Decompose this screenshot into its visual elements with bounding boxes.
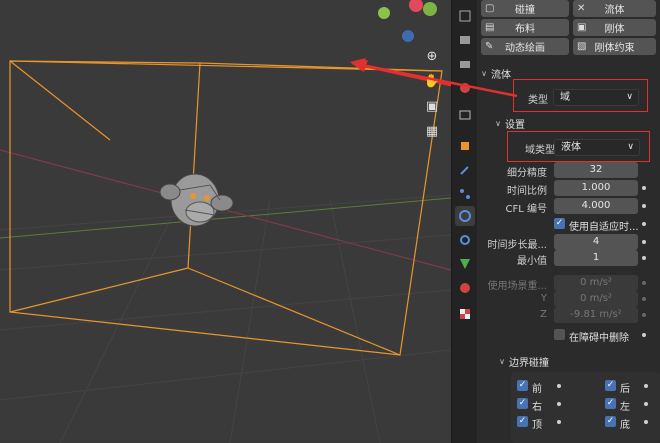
- red-arrow-head: [352, 60, 368, 72]
- gizmo-z-dot[interactable]: [423, 2, 437, 16]
- keyframe-dot[interactable]: [642, 256, 646, 260]
- camera-icon[interactable]: ▣: [423, 97, 441, 115]
- chevron-down-icon: ∨: [481, 68, 487, 78]
- 3d-viewport[interactable]: ⊕ ✋ ▣ ▦: [0, 0, 451, 443]
- keyframe-dot[interactable]: [642, 313, 646, 317]
- particles-tab-icon[interactable]: [455, 184, 475, 204]
- constraint-icon: ▧: [577, 41, 587, 52]
- border-top-checkbox[interactable]: ✓: [517, 416, 528, 427]
- border-collisions-section-header[interactable]: ∨ 边界碰撞: [495, 353, 660, 369]
- gravity-y-row: Y 0 m/s²: [477, 291, 660, 307]
- keyframe-dot[interactable]: [642, 281, 646, 285]
- keyframe-dot[interactable]: [644, 402, 648, 406]
- data-tab-icon[interactable]: [455, 254, 475, 274]
- keyframe-dot[interactable]: [557, 420, 561, 424]
- chevron-down-icon: ∨: [495, 118, 501, 128]
- keyframe-dot[interactable]: [642, 204, 646, 208]
- settings-section-header[interactable]: ∨ 设置: [491, 115, 660, 131]
- keyframe-dot[interactable]: [642, 222, 646, 226]
- rigid-body-icon: ▣: [577, 22, 587, 33]
- collection-tab-icon[interactable]: [455, 104, 475, 124]
- keyframe-dot[interactable]: [642, 333, 646, 337]
- collision-button[interactable]: ▢ 碰撞: [481, 0, 569, 17]
- dynamic-paint-button[interactable]: ✎ 动态绘画: [481, 38, 569, 55]
- keyframe-dot[interactable]: [557, 384, 561, 388]
- timesteps-min-row: 最小值 1: [477, 250, 660, 267]
- cloth-button[interactable]: ▤ 布料: [481, 19, 569, 36]
- delete-in-obstacle-checkbox[interactable]: [554, 329, 565, 340]
- time-scale-field[interactable]: 1.000: [554, 180, 638, 196]
- tool-tab-icon[interactable]: [455, 6, 475, 26]
- remove-icon: ✕: [577, 3, 586, 14]
- world-tab-icon[interactable]: [455, 78, 475, 98]
- gravity-x-row: 使用场景重... 0 m/s²: [477, 275, 660, 292]
- texture-tab-icon[interactable]: [455, 304, 475, 324]
- adaptive-timesteps-checkbox[interactable]: ✓: [554, 218, 565, 229]
- adaptive-timesteps-row: ✓ 使用自适应时...: [477, 216, 660, 233]
- grid-view-icon[interactable]: ▦: [423, 122, 441, 140]
- gravity-y-field[interactable]: 0 m/s²: [554, 291, 638, 307]
- physics-properties-panel: ▢ 碰撞 ✕ 流体 ▤ 布料 ▣ 刚体 ✎ 动态绘画 ▧ 刚体约束 ∨ 流体 类…: [477, 0, 660, 443]
- constraints-tab-icon[interactable]: [455, 230, 475, 250]
- keyframe-dot[interactable]: [642, 240, 646, 244]
- gravity-z-row: Z -9.81 m/s²: [477, 307, 660, 323]
- timesteps-min-field[interactable]: 1: [554, 250, 638, 266]
- border-row-3: ✓ 顶 ✓ 底: [477, 414, 660, 431]
- cloth-icon: ▤: [485, 22, 495, 33]
- zoom-icon[interactable]: ⊕: [423, 47, 441, 65]
- rigid-body-button[interactable]: ▣ 刚体: [573, 19, 656, 36]
- material-tab-icon[interactable]: [455, 278, 475, 298]
- border-front-checkbox[interactable]: ✓: [517, 380, 528, 391]
- object-tab-icon[interactable]: [455, 136, 475, 156]
- keyframe-dot[interactable]: [642, 297, 646, 301]
- rigid-body-constraint-button[interactable]: ▧ 刚体约束: [573, 38, 656, 55]
- timesteps-max-row: 时间步长最... 4: [477, 234, 660, 251]
- highlight-box-type: [513, 79, 648, 112]
- cfl-field[interactable]: 4.000: [554, 198, 638, 214]
- border-row-1: ✓ 前 ✓ 后: [477, 378, 660, 395]
- gravity-z-field[interactable]: -9.81 m/s²: [554, 307, 638, 323]
- cfl-row: CFL 编号 4.000: [477, 198, 660, 215]
- resolution-field[interactable]: 32: [554, 162, 638, 178]
- properties-tab-bar: [451, 0, 477, 443]
- modifier-tab-icon[interactable]: [455, 160, 475, 180]
- hand-icon[interactable]: ✋: [423, 72, 441, 90]
- gravity-x-field[interactable]: 0 m/s²: [554, 275, 638, 291]
- brush-icon: ✎: [485, 41, 494, 52]
- border-right-checkbox[interactable]: ✓: [517, 398, 528, 409]
- fluid-button[interactable]: ✕ 流体: [573, 0, 656, 17]
- viewport-scene: [0, 60, 451, 443]
- physics-tab-icon[interactable]: [455, 206, 475, 226]
- gizmo-y-dot[interactable]: [378, 7, 390, 19]
- resolution-row: 细分精度 32: [477, 162, 660, 179]
- chevron-down-icon: ∨: [499, 356, 505, 366]
- delete-in-obstacle-row: 在障碍中删除: [477, 327, 660, 344]
- keyframe-dot[interactable]: [557, 402, 561, 406]
- collision-icon: ▢: [485, 3, 495, 14]
- border-bottom-checkbox[interactable]: ✓: [605, 416, 616, 427]
- keyframe-dot[interactable]: [644, 420, 648, 424]
- border-back-checkbox[interactable]: ✓: [605, 380, 616, 391]
- border-row-2: ✓ 右 ✓ 左: [477, 396, 660, 413]
- gizmo-neg-dot[interactable]: [402, 30, 414, 42]
- render-tab-icon[interactable]: [455, 30, 475, 50]
- time-scale-row: 时间比例 1.000: [477, 180, 660, 197]
- highlight-box-domain-type: [507, 131, 650, 162]
- output-tab-icon[interactable]: [455, 54, 475, 74]
- timesteps-max-field[interactable]: 4: [554, 234, 638, 250]
- border-left-checkbox[interactable]: ✓: [605, 398, 616, 409]
- keyframe-dot[interactable]: [644, 384, 648, 388]
- keyframe-dot[interactable]: [642, 186, 646, 190]
